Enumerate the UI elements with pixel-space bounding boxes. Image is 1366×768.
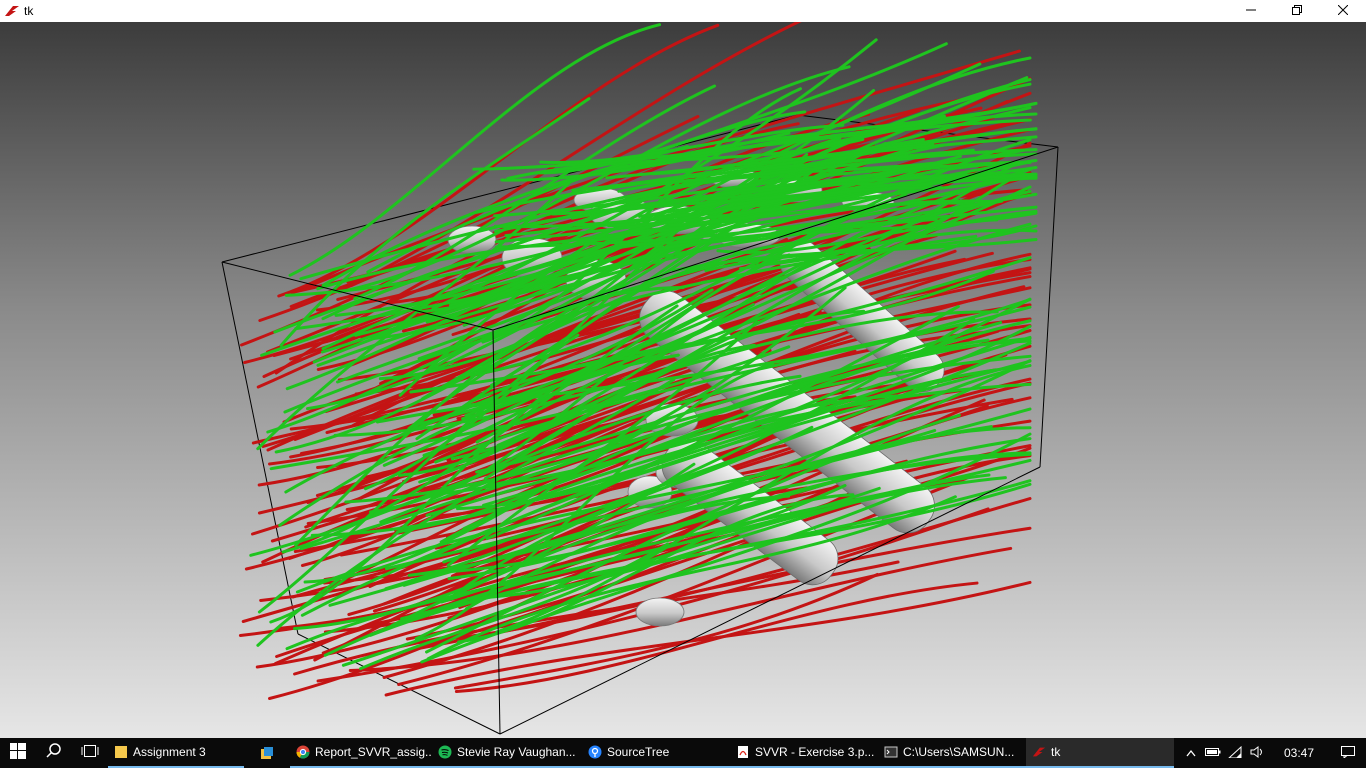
taskbar: Assignment 3 Report_SVVR_assig... Stevie… (0, 738, 1366, 768)
task-label: Stevie Ray Vaughan... (457, 745, 576, 759)
show-hidden-icons-button[interactable] (1180, 738, 1202, 768)
folder-icon (114, 745, 128, 759)
obstacle-bump (635, 597, 685, 627)
task-tk[interactable]: tk (1026, 738, 1174, 768)
close-button[interactable] (1320, 0, 1366, 22)
restore-button[interactable] (1274, 0, 1320, 22)
task-view-button[interactable] (72, 738, 108, 768)
render-viewport[interactable] (0, 22, 1366, 738)
volume-button[interactable] (1246, 738, 1268, 768)
flow-visualization (221, 22, 1059, 735)
windows-logo-icon (10, 742, 26, 764)
battery-button[interactable] (1202, 738, 1224, 768)
start-button[interactable] (0, 738, 36, 768)
task-label: C:\Users\SAMSUN... (903, 745, 1015, 759)
box-edge (1039, 146, 1059, 468)
battery-icon (1205, 746, 1221, 760)
task-label: Report_SVVR_assig... (315, 745, 432, 759)
notification-icon (1341, 745, 1355, 761)
wifi-button[interactable] (1224, 738, 1246, 768)
task-label: SourceTree (607, 745, 670, 759)
chrome-icon (296, 745, 310, 759)
task-label: SVVR - Exercise 3.p... (755, 745, 875, 759)
system-tray: 03:47 (1180, 738, 1366, 768)
task-files[interactable] (244, 738, 290, 768)
action-center-button[interactable] (1330, 738, 1366, 768)
spotify-icon (438, 745, 452, 759)
window-title: tk (24, 4, 34, 18)
console-icon (884, 745, 898, 759)
tk-window: tk (0, 0, 1366, 738)
sourcetree-icon (588, 745, 602, 759)
restore-icon (1292, 2, 1302, 20)
pdf-icon (736, 745, 750, 759)
task-spotify[interactable]: Stevie Ray Vaughan... (432, 738, 582, 768)
close-icon (1337, 2, 1349, 20)
task-sourcetree[interactable]: SourceTree (582, 738, 730, 768)
task-chrome[interactable]: Report_SVVR_assig... (290, 738, 432, 768)
search-icon (46, 742, 62, 764)
files-icon (260, 746, 274, 760)
title-bar[interactable]: tk (0, 0, 1366, 22)
minimize-icon (1246, 2, 1256, 20)
tk-feather-icon (1032, 745, 1046, 759)
chevron-up-icon (1186, 746, 1196, 760)
task-view-icon (81, 744, 99, 763)
task-pdf[interactable]: SVVR - Exercise 3.p... (730, 738, 878, 768)
search-button[interactable] (36, 738, 72, 768)
wifi-icon (1227, 745, 1242, 761)
clock[interactable]: 03:47 (1268, 746, 1330, 760)
task-label: tk (1051, 745, 1061, 759)
task-label: Assignment 3 (133, 745, 206, 759)
speaker-icon (1250, 745, 1264, 761)
tk-feather-icon (4, 3, 20, 19)
minimize-button[interactable] (1228, 0, 1274, 22)
task-console[interactable]: C:\Users\SAMSUN... (878, 738, 1026, 768)
task-assignment-3[interactable]: Assignment 3 (108, 738, 244, 768)
